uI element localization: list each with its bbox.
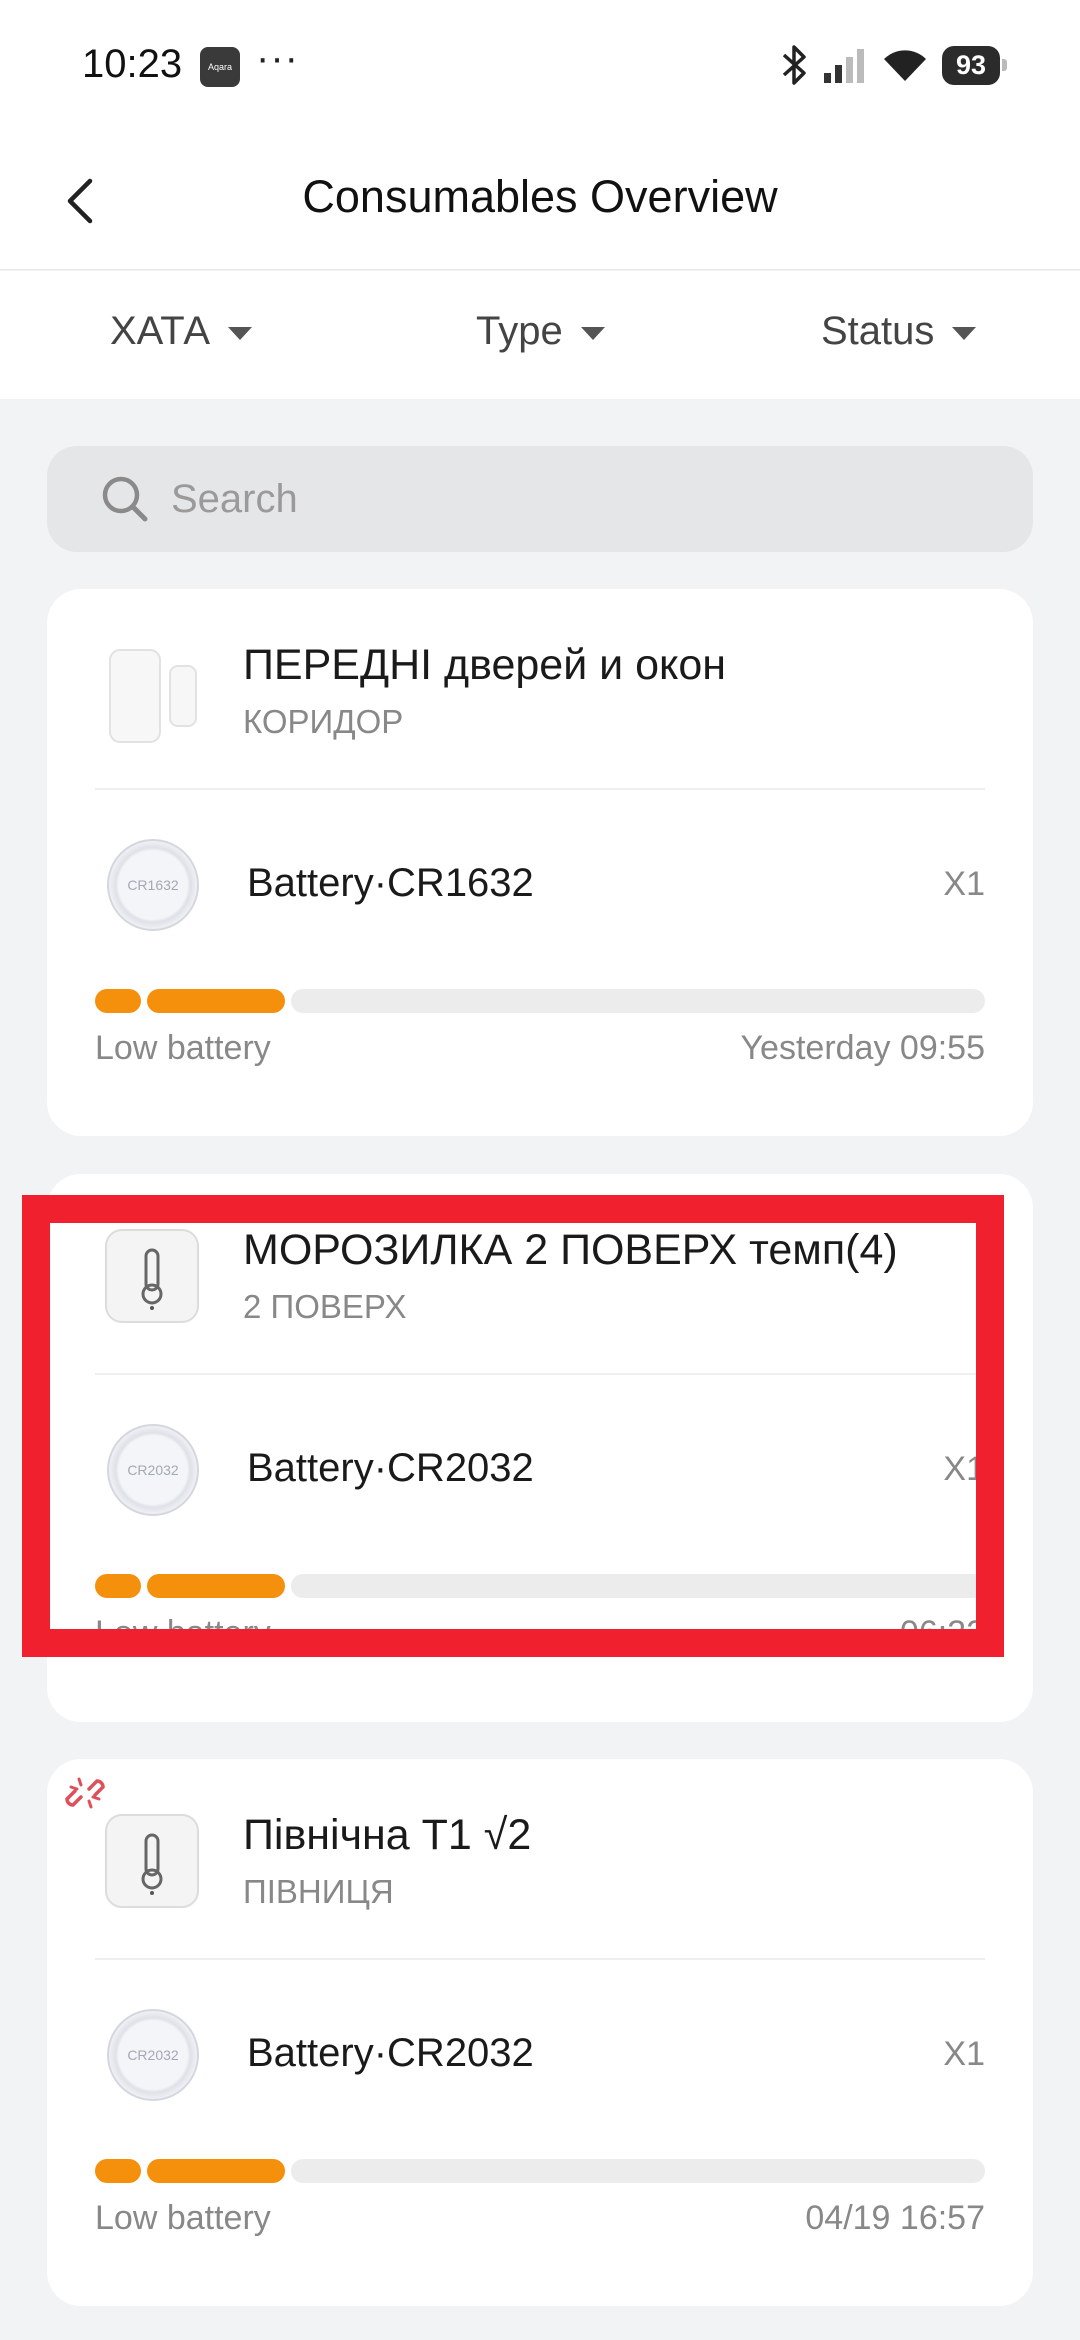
door-window-sensor-icon xyxy=(109,649,197,743)
battery-segment-filled xyxy=(147,989,285,1013)
status-time: 10:23 xyxy=(82,42,183,86)
disconnected-link-icon xyxy=(65,1777,105,1809)
battery-status: Low battery xyxy=(95,1614,271,1652)
aqara-app-icon: Aqara xyxy=(200,47,240,87)
page-title: Consumables Overview xyxy=(302,171,778,222)
coin-battery-icon: CR2032 xyxy=(107,2009,199,2101)
coin-battery-icon: CR2032 xyxy=(107,1424,199,1516)
battery-segment-empty xyxy=(291,1574,985,1598)
battery-segment-filled xyxy=(147,1574,285,1598)
consumable-card[interactable]: ПЕРЕДНІ дверей и окон КОРИДОР CR1632 Bat… xyxy=(47,589,1033,1136)
type-filter-dropdown[interactable]: Type xyxy=(476,309,605,354)
more-notifications-icon: ··· xyxy=(256,36,299,80)
battery-type: Battery·CR2032 xyxy=(247,2031,534,2075)
battery-segment-empty xyxy=(291,989,985,1013)
wifi-icon xyxy=(883,50,926,81)
battery-quantity: X1 xyxy=(943,1450,985,1488)
status-icons: 93 xyxy=(780,40,1008,90)
status-bar: 10:23 Aqara ··· 93 xyxy=(0,0,1080,135)
bluetooth-icon xyxy=(782,45,806,85)
battery-quantity: X1 xyxy=(943,865,985,903)
divider xyxy=(95,1958,985,1960)
battery-level-bar xyxy=(95,1574,985,1598)
home-filter-label: ХАТА xyxy=(110,309,211,353)
battery-indicator: 93 xyxy=(941,45,1008,85)
battery-quantity: X1 xyxy=(943,2035,985,2073)
battery-status: Low battery xyxy=(95,2199,271,2237)
last-updated-time: 06:22 xyxy=(899,1614,985,1652)
last-updated-time: 04/19 16:57 xyxy=(805,2199,985,2237)
device-name: МОРОЗИЛКА 2 ПОВЕРХ темп(4) xyxy=(243,1226,898,1274)
divider xyxy=(95,788,985,790)
battery-segment-filled xyxy=(95,989,141,1013)
thermometer-sensor-icon xyxy=(105,1814,199,1908)
thermometer-sensor-icon xyxy=(105,1229,199,1323)
battery-status: Low battery xyxy=(95,1029,271,1067)
caret-down-icon xyxy=(228,327,253,340)
last-updated-time: Yesterday 09:55 xyxy=(740,1029,986,1067)
consumable-card[interactable]: Північна Т1 √2 ПІВНИЦЯ CR2032 Battery·CR… xyxy=(47,1759,1033,2306)
battery-type: Battery·CR2032 xyxy=(247,1446,534,1490)
coin-battery-icon: CR1632 xyxy=(107,839,199,931)
consumable-card[interactable]: МОРОЗИЛКА 2 ПОВЕРХ темп(4) 2 ПОВЕРХ CR20… xyxy=(47,1174,1033,1722)
type-filter-label: Type xyxy=(476,309,563,353)
home-filter-dropdown[interactable]: ХАТА xyxy=(110,309,253,354)
top-app-bar: Consumables Overview xyxy=(0,135,1080,270)
battery-segment-filled xyxy=(95,2159,141,2183)
device-name: ПЕРЕДНІ дверей и окон xyxy=(243,641,727,689)
caret-down-icon xyxy=(580,327,605,340)
divider xyxy=(95,1373,985,1375)
device-name: Північна Т1 √2 xyxy=(243,1811,532,1859)
device-room: ПІВНИЦЯ xyxy=(243,1873,394,1910)
battery-segment-filled xyxy=(95,1574,141,1598)
battery-level-bar xyxy=(95,989,985,1013)
caret-down-icon xyxy=(952,327,977,340)
battery-segment-filled xyxy=(147,2159,285,2183)
status-filter-label: Status xyxy=(821,309,935,353)
search-icon xyxy=(102,476,148,522)
search-bar[interactable] xyxy=(47,446,1033,552)
filter-bar: ХАТА Type Status xyxy=(0,271,1080,399)
battery-segment-empty xyxy=(291,2159,985,2183)
signal-icon xyxy=(823,49,864,83)
device-room: КОРИДОР xyxy=(243,703,404,740)
search-input[interactable] xyxy=(171,476,971,522)
status-filter-dropdown[interactable]: Status xyxy=(821,309,977,354)
battery-level-bar xyxy=(95,2159,985,2183)
device-room: 2 ПОВЕРХ xyxy=(243,1288,407,1325)
battery-type: Battery·CR1632 xyxy=(247,861,534,905)
